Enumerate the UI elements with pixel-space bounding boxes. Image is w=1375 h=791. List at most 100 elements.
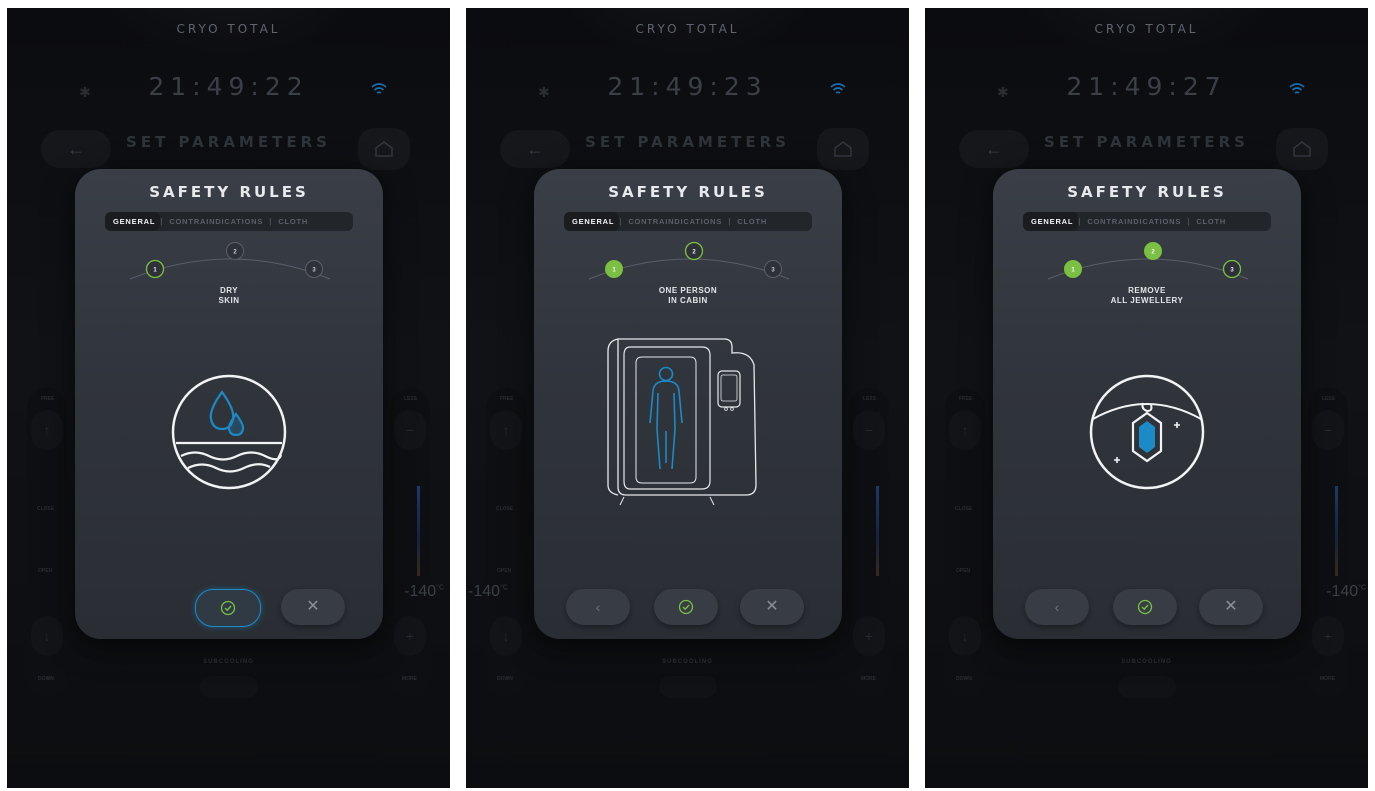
close-button[interactable]: ✕ [740, 589, 804, 625]
subcooling-toggle[interactable] [1117, 676, 1176, 698]
home-button[interactable] [1276, 128, 1328, 170]
confirm-button[interactable] [195, 589, 261, 627]
more-label: MORE [861, 676, 876, 682]
safety-rules-modal: SAFETY RULES GENERAL | CONTRAINDICATIONS… [75, 169, 383, 639]
close-icon: ✕ [765, 598, 779, 615]
down-label: DOWN [497, 676, 513, 682]
tab-contraindications[interactable]: CONTRAINDICATIONS [622, 212, 728, 231]
plus-button[interactable]: + [1312, 616, 1344, 656]
rule-label-line-1: ONE PERSON [658, 286, 718, 295]
screen-panel-1: CRYO TOTAL ✱ 21:49:22 ← SET PARAMETERS F… [7, 8, 450, 788]
screen-panel-3: CRYO TOTAL ✱ 21:49:27 ← SET PARAMETERS F… [925, 8, 1368, 788]
down-button[interactable]: ↓ [31, 616, 63, 656]
up-button[interactable]: ↑ [490, 410, 522, 450]
home-button[interactable] [817, 128, 869, 170]
step-indicator: 1 2 3 [1047, 242, 1249, 280]
check-circle-icon [220, 600, 236, 616]
safety-rules-modal: SAFETY RULES GENERAL | CONTRAINDICATIONS… [993, 169, 1301, 639]
less-label: LESS [863, 396, 877, 402]
open-label: OPEN [956, 568, 971, 574]
tab-general[interactable]: GENERAL [1023, 212, 1079, 231]
tab-contraindications[interactable]: CONTRAINDICATIONS [1081, 212, 1187, 231]
more-label: MORE [402, 676, 417, 682]
rule-label-line-2: SKIN [218, 296, 240, 305]
home-icon [1293, 141, 1311, 157]
up-button[interactable]: ↑ [31, 410, 63, 450]
close-button[interactable]: ✕ [1199, 589, 1263, 625]
brand-logo: CRYO TOTAL [635, 22, 740, 36]
brand-logo: CRYO TOTAL [1094, 22, 1199, 36]
minus-button[interactable]: − [394, 410, 426, 450]
close-icon: ✕ [1224, 598, 1238, 615]
brand-logo: CRYO TOTAL [176, 22, 281, 36]
tab-general[interactable]: GENERAL [564, 212, 620, 231]
less-label: LESS [1322, 396, 1336, 402]
subcooling-label: SUBCOOLING [662, 659, 713, 665]
confirm-button[interactable] [1113, 589, 1177, 625]
tab-cloth[interactable]: CLOTH [1190, 212, 1232, 231]
rule-label-line-1: DRY [219, 286, 239, 295]
down-label: DOWN [956, 676, 972, 682]
subcooling-toggle[interactable] [658, 676, 717, 698]
previous-button[interactable]: ‹ [566, 589, 630, 625]
subcooling-toggle[interactable] [199, 676, 258, 698]
tab-contraindications[interactable]: CONTRAINDICATIONS [163, 212, 269, 231]
chevron-left-icon: ‹ [1054, 599, 1060, 615]
rule-label-line-1: REMOVE [1128, 286, 1166, 295]
temperature-gauge [1335, 486, 1338, 576]
up-button[interactable]: ↑ [949, 410, 981, 450]
temperature-readout: -140°C [1326, 583, 1366, 600]
screen-panel-2: CRYO TOTAL ✱ 21:49:23 ← SET PARAMETERS F… [466, 8, 909, 788]
tab-cloth[interactable]: CLOTH [731, 212, 773, 231]
cryo-cabin-person-icon [607, 338, 757, 506]
open-label: OPEN [497, 568, 512, 574]
rule-label: ONE PERSON IN CABIN [534, 286, 842, 306]
confirm-button[interactable] [654, 589, 718, 625]
tab-bar: GENERAL | CONTRAINDICATIONS | CLOTH [105, 212, 353, 231]
jewellery-pendant-icon [1089, 374, 1205, 490]
modal-title: SAFETY RULES [149, 183, 309, 201]
temperature-readout: -140°C [404, 583, 444, 600]
rule-label-line-2: ALL JEWELLERY [1110, 296, 1184, 305]
step-indicator: 1 2 3 [588, 241, 790, 280]
rule-label-line-2: IN CABIN [668, 296, 708, 305]
temperature-gauge [417, 486, 420, 576]
plus-button[interactable]: + [853, 616, 885, 656]
close-label: CLOSE [496, 506, 514, 512]
down-label: DOWN [38, 676, 54, 682]
check-circle-icon [678, 599, 694, 615]
free-label: FREE [959, 396, 973, 402]
wifi-icon [830, 83, 846, 94]
chevron-left-icon: ‹ [595, 599, 601, 615]
previous-button[interactable]: ‹ [1025, 589, 1089, 625]
left-control-column: FREE ↑ CLOSE OPEN ↓ DOWN [27, 388, 67, 698]
tab-bar: GENERAL | CONTRAINDICATIONS | CLOTH [1023, 212, 1271, 231]
home-icon [375, 141, 393, 157]
right-control-column: LESS − + MORE [1308, 388, 1348, 698]
modal-title: SAFETY RULES [1067, 183, 1227, 201]
tab-general[interactable]: GENERAL [105, 212, 161, 231]
free-label: FREE [500, 396, 514, 402]
minus-button[interactable]: − [853, 410, 885, 450]
water-drop-skin-icon [171, 374, 287, 490]
down-button[interactable]: ↓ [949, 616, 981, 656]
plus-button[interactable]: + [394, 616, 426, 656]
down-button[interactable]: ↓ [490, 616, 522, 656]
check-circle-icon [1137, 599, 1153, 615]
open-label: OPEN [38, 568, 53, 574]
tab-cloth[interactable]: CLOTH [272, 212, 314, 231]
right-control-column: LESS − + MORE [849, 388, 889, 698]
close-label: CLOSE [955, 506, 973, 512]
minus-button[interactable]: − [1312, 410, 1344, 450]
temperature-readout-left: -140°C [468, 583, 508, 600]
right-control-column: LESS − + MORE [390, 388, 430, 698]
close-label: CLOSE [37, 506, 55, 512]
wifi-icon [1289, 83, 1305, 94]
home-button[interactable] [358, 128, 410, 170]
temperature-gauge [876, 486, 879, 576]
close-icon: ✕ [306, 598, 320, 615]
more-label: MORE [1320, 676, 1335, 682]
subcooling-label: SUBCOOLING [203, 659, 254, 665]
rule-label: DRY SKIN [75, 286, 383, 306]
close-button[interactable]: ✕ [281, 589, 345, 625]
